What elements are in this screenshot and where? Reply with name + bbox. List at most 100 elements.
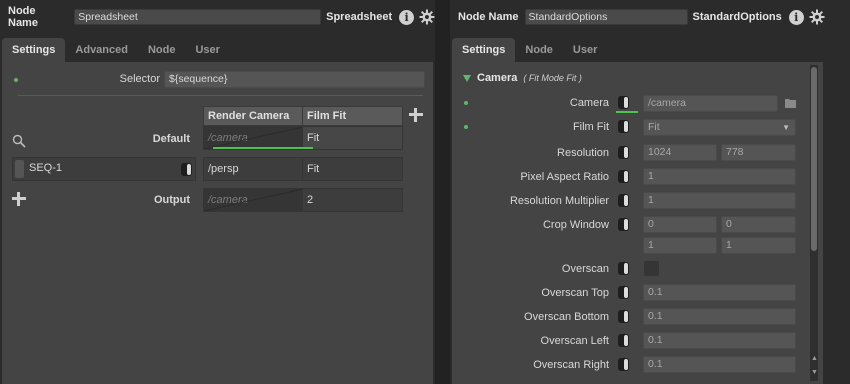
tab-node[interactable]: Node <box>138 38 186 62</box>
overscan-top-label: Overscan Top <box>541 287 609 299</box>
node-type-label: StandardOptions <box>692 11 782 23</box>
scrollbar[interactable]: ▲ ▼ <box>810 65 818 381</box>
film-fit-changed-indicator <box>464 125 468 129</box>
row-header-seq-1[interactable]: SEQ-1 <box>12 157 196 181</box>
add-column-icon[interactable] <box>409 108 423 122</box>
row-label-default: Default <box>152 133 190 145</box>
overscan-left-enable-toggle[interactable] <box>618 334 629 347</box>
window-edge <box>825 0 850 384</box>
tab-user[interactable]: User <box>185 38 229 62</box>
selector-field[interactable]: ${sequence} <box>164 71 425 88</box>
camera-field[interactable]: /camera <box>643 95 778 112</box>
drag-highlight <box>213 147 313 149</box>
overscan-left-field[interactable]: 0.1 <box>643 332 796 349</box>
panel-divider[interactable] <box>435 0 450 384</box>
node-name-label: Node Name <box>8 5 38 29</box>
resolution-multiplier-label: Resolution Multiplier <box>509 195 609 207</box>
disabled-slash <box>204 189 303 211</box>
overscan-right-enable-toggle[interactable] <box>618 358 629 371</box>
node-name-label: Node Name <box>458 11 519 23</box>
crop-window-enable-toggle[interactable] <box>618 218 629 231</box>
scrollbar-thumb[interactable] <box>811 67 817 251</box>
tab-settings[interactable]: Settings <box>452 38 516 62</box>
overscan-right-label: Overscan Right <box>533 359 609 371</box>
settings-body: Selector ${sequence} Render Camera Film … <box>2 62 433 384</box>
crop-min-y-field[interactable]: 0 <box>721 216 796 233</box>
selector-changed-indicator <box>14 78 18 82</box>
section-subtitle: ( Fit Mode Fit ) <box>523 73 582 83</box>
cell-output-film-fit: 2 <box>302 188 403 212</box>
gear-icon[interactable] <box>419 9 435 25</box>
overscan-enable-toggle[interactable] <box>618 262 629 275</box>
camera-label: Camera <box>569 97 609 109</box>
tab-advanced[interactable]: Advanced <box>65 38 138 62</box>
toggle-highlight <box>616 111 638 113</box>
column-header-film-fit[interactable]: Film Fit <box>302 106 403 126</box>
overscan-right-field[interactable]: 0.1 <box>643 356 796 373</box>
pixel-aspect-ratio-label: Pixel Aspect Ratio <box>520 171 609 183</box>
overscan-top-enable-toggle[interactable] <box>618 286 629 299</box>
pixel-aspect-ratio-enable-toggle[interactable] <box>618 170 629 183</box>
camera-enable-toggle[interactable] <box>618 96 629 109</box>
scroll-down-icon[interactable]: ▼ <box>811 369 818 376</box>
overscan-bottom-field[interactable]: 0.1 <box>643 308 796 325</box>
collapse-triangle-icon[interactable] <box>463 75 471 82</box>
node-type-label: Spreadsheet <box>326 11 393 23</box>
add-row-icon[interactable] <box>12 192 26 206</box>
pixel-aspect-ratio-field[interactable]: 1 <box>643 168 796 185</box>
column-header-render-camera[interactable]: Render Camera <box>203 106 304 126</box>
cell-default-film-fit[interactable]: Fit <box>302 126 403 150</box>
overscan-bottom-label: Overscan Bottom <box>524 311 609 323</box>
film-fit-value: Fit <box>648 121 660 133</box>
standard-options-editor-panel: Node Name StandardOptions StandardOption… <box>450 0 825 384</box>
film-fit-dropdown[interactable]: Fit ▼ <box>643 119 796 136</box>
resolution-enable-toggle[interactable] <box>618 146 629 159</box>
crop-max-x-field[interactable]: 1 <box>643 237 717 254</box>
resolution-multiplier-enable-toggle[interactable] <box>618 194 629 207</box>
resolution-multiplier-field[interactable]: 1 <box>643 192 796 209</box>
node-name-field[interactable]: StandardOptions <box>524 9 688 25</box>
search-icon[interactable] <box>12 134 26 148</box>
selector-label: Selector <box>119 73 160 85</box>
tab-bar: Settings Advanced Node User <box>2 38 230 62</box>
overscan-left-label: Overscan Left <box>540 335 609 347</box>
crop-window-label: Crop Window <box>542 219 609 231</box>
row-drag-handle[interactable] <box>15 160 24 178</box>
cell-output-render-camera: /camera <box>203 188 304 212</box>
resolution-y-field[interactable]: 778 <box>721 144 796 161</box>
resolution-label: Resolution <box>557 147 609 159</box>
divider <box>18 95 423 96</box>
disabled-slash <box>204 127 303 149</box>
tab-node[interactable]: Node <box>515 38 563 62</box>
tab-bar: Settings Node User <box>452 38 607 62</box>
gear-icon[interactable] <box>809 9 825 25</box>
node-header: Node Name StandardOptions StandardOption… <box>458 7 825 27</box>
info-icon[interactable]: i <box>399 9 415 25</box>
cell-seq-1-render-camera[interactable]: /persp <box>203 157 304 181</box>
resolution-x-field[interactable]: 1024 <box>643 144 717 161</box>
settings-body: Camera ( Fit Mode Fit ) Camera /camera F… <box>452 62 823 384</box>
node-header: Node Name Spreadsheet Spreadsheet i <box>8 5 435 29</box>
node-name-field[interactable]: Spreadsheet <box>74 9 322 25</box>
chevron-down-icon: ▼ <box>782 123 790 132</box>
film-fit-label: Film Fit <box>572 121 609 133</box>
folder-icon[interactable] <box>785 98 796 108</box>
tab-settings[interactable]: Settings <box>2 38 66 62</box>
scroll-up-icon[interactable]: ▲ <box>811 355 818 362</box>
cell-seq-1-film-fit[interactable]: Fit <box>302 157 403 181</box>
row-name: SEQ-1 <box>29 162 63 174</box>
tab-user[interactable]: User <box>563 38 607 62</box>
crop-min-x-field[interactable]: 0 <box>643 216 717 233</box>
spreadsheet-editor-panel: Node Name Spreadsheet Spreadsheet i Sett… <box>0 0 435 384</box>
film-fit-enable-toggle[interactable] <box>618 120 629 133</box>
section-title[interactable]: Camera ( Fit Mode Fit ) <box>477 72 582 84</box>
overscan-checkbox[interactable] <box>644 261 659 276</box>
section-title-text: Camera <box>477 72 518 84</box>
crop-max-y-field[interactable]: 1 <box>721 237 796 254</box>
overscan-label: Overscan <box>561 263 609 275</box>
overscan-top-field[interactable]: 0.1 <box>643 284 796 301</box>
info-icon[interactable]: i <box>788 9 804 25</box>
row-enabled-toggle[interactable] <box>181 163 192 176</box>
overscan-bottom-enable-toggle[interactable] <box>618 310 629 323</box>
camera-changed-indicator <box>464 101 468 105</box>
